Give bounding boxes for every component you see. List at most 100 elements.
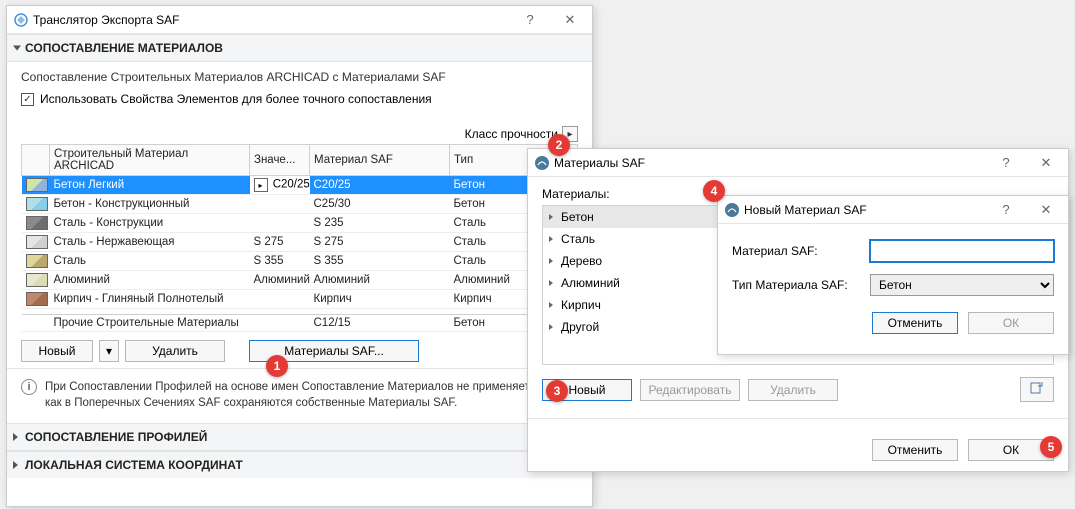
list-item-label: Сталь <box>561 232 595 246</box>
material-swatch <box>26 197 48 211</box>
info-icon: i <box>21 379 37 395</box>
new-button[interactable]: Новый <box>21 340 93 362</box>
close-button[interactable]: ✕ <box>1030 152 1062 174</box>
info-text: При Сопоставлении Профилей на основе име… <box>45 379 578 411</box>
section-coords-label: ЛОКАЛЬНАЯ СИСТЕМА КООРДИНАТ <box>25 458 243 472</box>
row-name: Сталь - Нержавеющая <box>50 233 250 252</box>
table-row[interactable]: СтальS 355S 355Сталь <box>22 252 578 271</box>
material-swatch <box>26 235 48 249</box>
section-materials[interactable]: СОПОСТАВЛЕНИЕ МАТЕРИАЛОВ <box>7 34 592 62</box>
col-value[interactable]: Значе... <box>250 145 310 176</box>
material-swatch <box>26 273 48 287</box>
material-type-label: Тип Материала SAF: <box>732 278 862 292</box>
saf-edit-button[interactable]: Редактировать <box>640 379 740 401</box>
callout-3: 3 <box>546 380 568 402</box>
chevron-right-icon <box>549 302 553 308</box>
row-value: S 355 <box>250 252 310 271</box>
other-name: Прочие Строительные Материалы <box>50 315 250 332</box>
section-materials-label: СОПОСТАВЛЕНИЕ МАТЕРИАЛОВ <box>25 41 223 55</box>
new-material-dialog: Новый Материал SAF ? ✕ Материал SAF: Тип… <box>717 195 1069 355</box>
delete-button[interactable]: Удалить <box>125 340 225 362</box>
table-row[interactable]: Бетон - КонструкционныйC25/30Бетон <box>22 195 578 214</box>
section-profiles-label: СОПОСТАВЛЕНИЕ ПРОФИЛЕЙ <box>25 430 207 444</box>
chevron-right-icon <box>549 214 553 220</box>
row-value: ▸ C20/25 <box>250 176 310 195</box>
saf-title: Материалы SAF <box>550 156 990 170</box>
row-value <box>250 214 310 233</box>
materials-table: Строительный Материал ARCHICAD Значе... … <box>21 144 578 332</box>
material-saf-input[interactable] <box>870 240 1054 262</box>
app-icon <box>534 155 550 171</box>
use-properties-label: Использовать Свойства Элементов для боле… <box>40 92 432 106</box>
row-name: Сталь - Конструкции <box>50 214 250 233</box>
app-icon <box>13 12 29 28</box>
list-item-label: Бетон <box>561 210 594 224</box>
close-button[interactable]: ✕ <box>1030 199 1062 221</box>
new-cancel-button[interactable]: Отменить <box>872 312 958 334</box>
row-name: Сталь <box>50 252 250 271</box>
row-value <box>250 290 310 309</box>
new-dropdown[interactable]: ▾ <box>99 340 119 362</box>
row-value <box>250 195 310 214</box>
material-type-select[interactable]: Бетон <box>870 274 1054 296</box>
list-item-label: Алюминий <box>561 276 620 290</box>
titlebar[interactable]: Транслятор Экспорта SAF ? ✕ <box>7 6 592 34</box>
row-saf: Кирпич <box>310 290 450 309</box>
row-value: Алюминий <box>250 271 310 290</box>
app-icon <box>724 202 740 218</box>
help-button[interactable]: ? <box>990 199 1022 221</box>
chevron-right-icon <box>13 433 18 441</box>
help-button[interactable]: ? <box>514 9 546 31</box>
table-row[interactable]: Сталь - КонструкцииS 235Сталь <box>22 214 578 233</box>
saf-import-button[interactable] <box>1020 377 1054 402</box>
row-saf: S 275 <box>310 233 450 252</box>
titlebar[interactable]: Материалы SAF ? ✕ <box>528 149 1068 177</box>
row-name: Алюминий <box>50 271 250 290</box>
list-item-label: Кирпич <box>561 298 601 312</box>
row-saf: C25/30 <box>310 195 450 214</box>
table-row[interactable]: Сталь - НержавеющаяS 275S 275Сталь <box>22 233 578 252</box>
translator-window: Транслятор Экспорта SAF ? ✕ СОПОСТАВЛЕНИ… <box>6 5 593 507</box>
chevron-right-icon <box>549 258 553 264</box>
row-name: Бетон - Конструкционный <box>50 195 250 214</box>
other-value <box>250 315 310 332</box>
col-saf[interactable]: Материал SAF <box>310 145 450 176</box>
other-saf: C12/15 <box>310 315 450 332</box>
table-row[interactable]: Бетон Легкий▸ C20/25C20/25Бетон <box>22 176 578 195</box>
callout-2: 2 <box>548 134 570 156</box>
materials-description: Сопоставление Строительных Материалов AR… <box>21 70 578 84</box>
close-button[interactable]: ✕ <box>554 9 586 31</box>
col-archicad[interactable]: Строительный Материал ARCHICAD <box>50 145 250 176</box>
material-swatch <box>26 254 48 268</box>
list-item-label: Дерево <box>561 254 602 268</box>
chevron-right-icon <box>549 280 553 286</box>
saf-delete-button[interactable]: Удалить <box>748 379 838 401</box>
material-swatch <box>26 178 48 192</box>
window-title: Транслятор Экспорта SAF <box>29 13 514 27</box>
row-saf: Алюминий <box>310 271 450 290</box>
new-ok-button[interactable]: ОК <box>968 312 1054 334</box>
row-saf: C20/25 <box>310 176 450 195</box>
chevron-right-icon <box>13 461 18 469</box>
other-materials-row[interactable]: Прочие Строительные Материалы C12/15 Бет… <box>22 315 578 332</box>
saf-cancel-button[interactable]: Отменить <box>872 439 958 461</box>
list-item-label: Другой <box>561 320 599 334</box>
value-picker[interactable]: ▸ <box>254 178 268 192</box>
row-name: Бетон Легкий <box>50 176 250 195</box>
row-name: Кирпич - Глиняный Полнотелый <box>50 290 250 309</box>
table-row[interactable]: АлюминийАлюминийАлюминийАлюминий <box>22 271 578 290</box>
material-swatch <box>26 292 48 306</box>
use-properties-checkbox[interactable]: ✓ <box>21 93 34 106</box>
help-button[interactable]: ? <box>990 152 1022 174</box>
row-saf: S 355 <box>310 252 450 271</box>
callout-5: 5 <box>1040 436 1062 458</box>
callout-4: 4 <box>703 180 725 202</box>
titlebar[interactable]: Новый Материал SAF ? ✕ <box>718 196 1068 224</box>
callout-1: 1 <box>266 355 288 377</box>
chevron-down-icon <box>13 46 21 51</box>
strength-class-label: Класс прочности <box>465 127 558 141</box>
table-row[interactable]: Кирпич - Глиняный ПолнотелыйКирпичКирпич <box>22 290 578 309</box>
row-value: S 275 <box>250 233 310 252</box>
section-coords[interactable]: ЛОКАЛЬНАЯ СИСТЕМА КООРДИНАТ <box>7 451 592 478</box>
section-profiles[interactable]: СОПОСТАВЛЕНИЕ ПРОФИЛЕЙ <box>7 423 592 451</box>
